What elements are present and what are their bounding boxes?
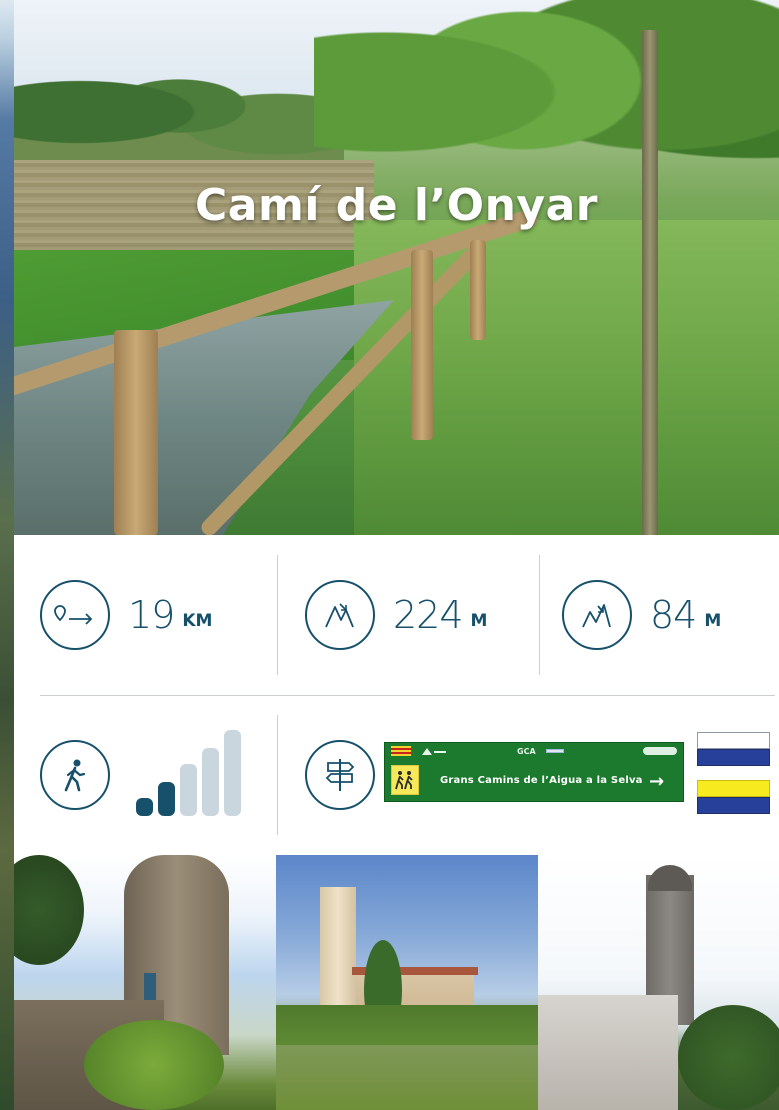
- trail-sign-panel: GCA Grans Camins de l’Aigua a la Selva →: [384, 742, 684, 802]
- trail-mark-yellow-blue: [697, 780, 770, 814]
- gallery-photo-round-tower[interactable]: [14, 855, 276, 1110]
- sign-code: GCA: [517, 746, 536, 756]
- mark-stripe-white: [697, 732, 770, 749]
- descent-unit: M: [704, 611, 722, 631]
- left-edge-photo: [0, 0, 14, 1110]
- hedge-shape: [276, 1005, 538, 1045]
- divider: [277, 555, 278, 675]
- difficulty-bar-3: [180, 764, 197, 816]
- sign-header: GCA: [385, 743, 683, 759]
- elevation-loss-icon: [562, 580, 632, 650]
- photo-gallery: [14, 855, 779, 1110]
- mark-stripe-yellow: [697, 780, 770, 797]
- trail-mark-white-blue: [697, 732, 770, 766]
- catalan-flag-icon: [391, 746, 411, 756]
- difficulty-level: [136, 730, 246, 816]
- mark-stripe-blue: [697, 749, 770, 766]
- ascent-stat: 224 M: [305, 580, 487, 650]
- hero-photo: [14, 0, 779, 535]
- elevation-gain-icon: [305, 580, 375, 650]
- divider: [277, 715, 278, 835]
- tower-shape: [320, 887, 356, 1007]
- partner-logo-icon: [643, 747, 677, 755]
- tree-shape: [84, 1020, 224, 1110]
- distance-unit: KM: [182, 611, 213, 631]
- route-mark-icon: [545, 749, 564, 753]
- ascent-value: 224: [393, 593, 464, 637]
- building-shape: [538, 995, 678, 1110]
- difficulty-bar-4: [202, 748, 219, 816]
- hiker-icon: [40, 740, 110, 810]
- hero-trees-left: [14, 40, 344, 160]
- sign-route-name: Grans Camins de l’Aigua a la Selva: [440, 775, 643, 786]
- gallery-photo-bell-tower[interactable]: [276, 855, 538, 1110]
- divider: [539, 555, 540, 675]
- divider: [40, 695, 775, 696]
- fence-post: [470, 240, 486, 340]
- route-distance-icon: [40, 580, 110, 650]
- difficulty-bar-1: [136, 798, 153, 816]
- distance-value: 19: [128, 593, 175, 637]
- descent-value: 84: [650, 593, 697, 637]
- fence-post: [114, 330, 158, 535]
- hikers-icon: [391, 765, 419, 795]
- fence-post: [411, 250, 433, 440]
- tree-shape: [678, 1005, 779, 1110]
- mark-stripe-blue: [697, 797, 770, 814]
- descent-stat: 84 M: [562, 580, 721, 650]
- tree-shape: [14, 855, 84, 965]
- dome-shape: [648, 865, 692, 891]
- sign-arrow: →: [649, 771, 665, 792]
- gallery-photo-church[interactable]: [538, 855, 779, 1110]
- ascent-unit: M: [470, 611, 488, 631]
- difficulty-bar-5: [224, 730, 241, 816]
- hero-tree-trunk: [642, 30, 658, 535]
- route-title: Camí de l’Onyar: [195, 180, 598, 231]
- difficulty-bar-2: [158, 782, 175, 816]
- institution-logo-icon: [422, 748, 446, 755]
- signpost-icon: [305, 740, 375, 810]
- distance-stat: 19 KM: [40, 580, 212, 650]
